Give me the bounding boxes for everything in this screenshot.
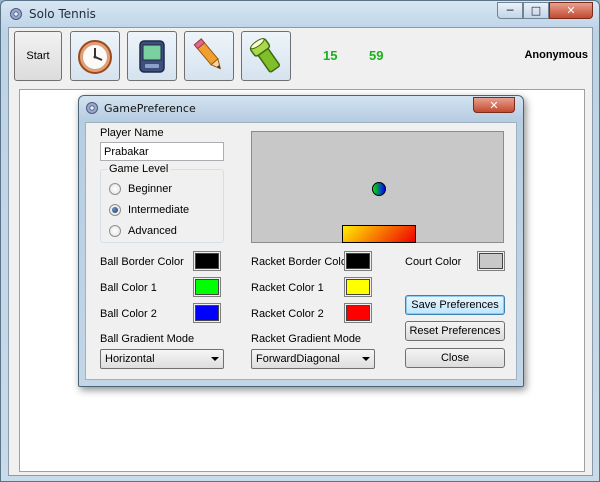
app-gear-icon: [10, 8, 22, 20]
ball-color2-swatch[interactable]: [193, 303, 221, 323]
game-preference-dialog: GamePreference ✕ Player Name Game Level …: [78, 95, 524, 387]
preview-racket: [342, 225, 416, 243]
close-button[interactable]: Close: [405, 348, 505, 368]
racket-color2-swatch[interactable]: [344, 303, 372, 323]
radio-label: Intermediate: [128, 204, 190, 216]
pencil-icon: [193, 38, 222, 70]
ball-gradient-mode-label: Ball Gradient Mode: [100, 333, 195, 345]
racket-color2-label: Racket Color 2: [251, 308, 324, 320]
close-icon: ✕: [489, 98, 499, 112]
chevron-down-icon[interactable]: [362, 357, 370, 361]
window-title: Solo Tennis: [29, 7, 96, 21]
ball-color2-label: Ball Color 2: [100, 308, 157, 320]
player-name-display: Anonymous: [524, 49, 588, 61]
device-tool-button[interactable]: [127, 31, 177, 81]
radio-label: Beginner: [128, 183, 173, 195]
radio-circle[interactable]: [109, 183, 121, 195]
title-bar[interactable]: Solo Tennis ─ □ ✕: [1, 1, 599, 27]
ball-gradient-mode-select[interactable]: Horizontal: [100, 349, 224, 369]
ball-color1-label: Ball Color 1: [100, 282, 157, 294]
reset-preferences-button[interactable]: Reset Preferences: [405, 321, 505, 341]
radio-beginner[interactable]: Beginner: [109, 183, 172, 195]
game-level-group: Game Level Beginner Intermediate Advance…: [100, 163, 224, 243]
score-right: 59: [369, 48, 384, 63]
save-preferences-button[interactable]: Save Preferences: [405, 295, 505, 315]
player-name-label: Player Name: [100, 127, 164, 139]
preview-court: [251, 131, 504, 243]
window-controls: ─ □ ✕: [497, 2, 593, 19]
radio-label: Advanced: [128, 225, 177, 237]
close-icon: ✕: [566, 4, 576, 17]
start-button[interactable]: Start: [14, 31, 62, 81]
minimize-icon: ─: [506, 4, 514, 17]
racket-gradient-mode-value: ForwardDiagonal: [256, 353, 340, 365]
radio-circle[interactable]: [109, 204, 121, 216]
radio-circle[interactable]: [109, 225, 121, 237]
racket-gradient-mode-label: Racket Gradient Mode: [251, 333, 362, 345]
dialog-gear-icon: [86, 102, 98, 114]
dialog-close-button[interactable]: ✕: [473, 97, 515, 113]
ball-border-color-label: Ball Border Color: [100, 256, 184, 268]
racket-border-color-label: Racket Border Color: [251, 256, 351, 268]
flashlight-icon: [249, 38, 281, 73]
minimize-button[interactable]: ─: [497, 2, 523, 19]
court-color-label: Court Color: [405, 256, 462, 268]
toolbar: Start 15 59 Anonymous: [9, 28, 592, 86]
game-level-title: Game Level: [107, 163, 171, 175]
dialog-title: GamePreference: [104, 102, 196, 115]
court-color-swatch[interactable]: [477, 251, 505, 271]
maximize-button[interactable]: □: [523, 2, 549, 19]
radio-advanced[interactable]: Advanced: [109, 225, 177, 237]
radio-intermediate[interactable]: Intermediate: [109, 204, 189, 216]
maximize-icon: □: [530, 4, 542, 17]
ball-color1-swatch[interactable]: [193, 277, 221, 297]
ball-border-color-swatch[interactable]: [193, 251, 221, 271]
score-left: 15: [323, 48, 338, 63]
flashlight-tool-button[interactable]: [241, 31, 291, 81]
chevron-down-icon[interactable]: [211, 357, 219, 361]
racket-color1-swatch[interactable]: [344, 277, 372, 297]
player-name-input[interactable]: [100, 142, 224, 161]
racket-color1-label: Racket Color 1: [251, 282, 324, 294]
timer-tool-button[interactable]: [70, 31, 120, 81]
preview-ball: [372, 182, 386, 196]
close-window-button[interactable]: ✕: [549, 2, 593, 19]
racket-border-color-swatch[interactable]: [344, 251, 372, 271]
ball-gradient-mode-value: Horizontal: [105, 353, 155, 365]
racket-gradient-mode-select[interactable]: ForwardDiagonal: [251, 349, 375, 369]
dialog-body: Player Name Game Level Beginner Intermed…: [85, 122, 517, 380]
edit-preferences-tool-button[interactable]: [184, 31, 234, 81]
handheld-device-icon: [139, 40, 165, 73]
clock-icon: [78, 40, 112, 74]
